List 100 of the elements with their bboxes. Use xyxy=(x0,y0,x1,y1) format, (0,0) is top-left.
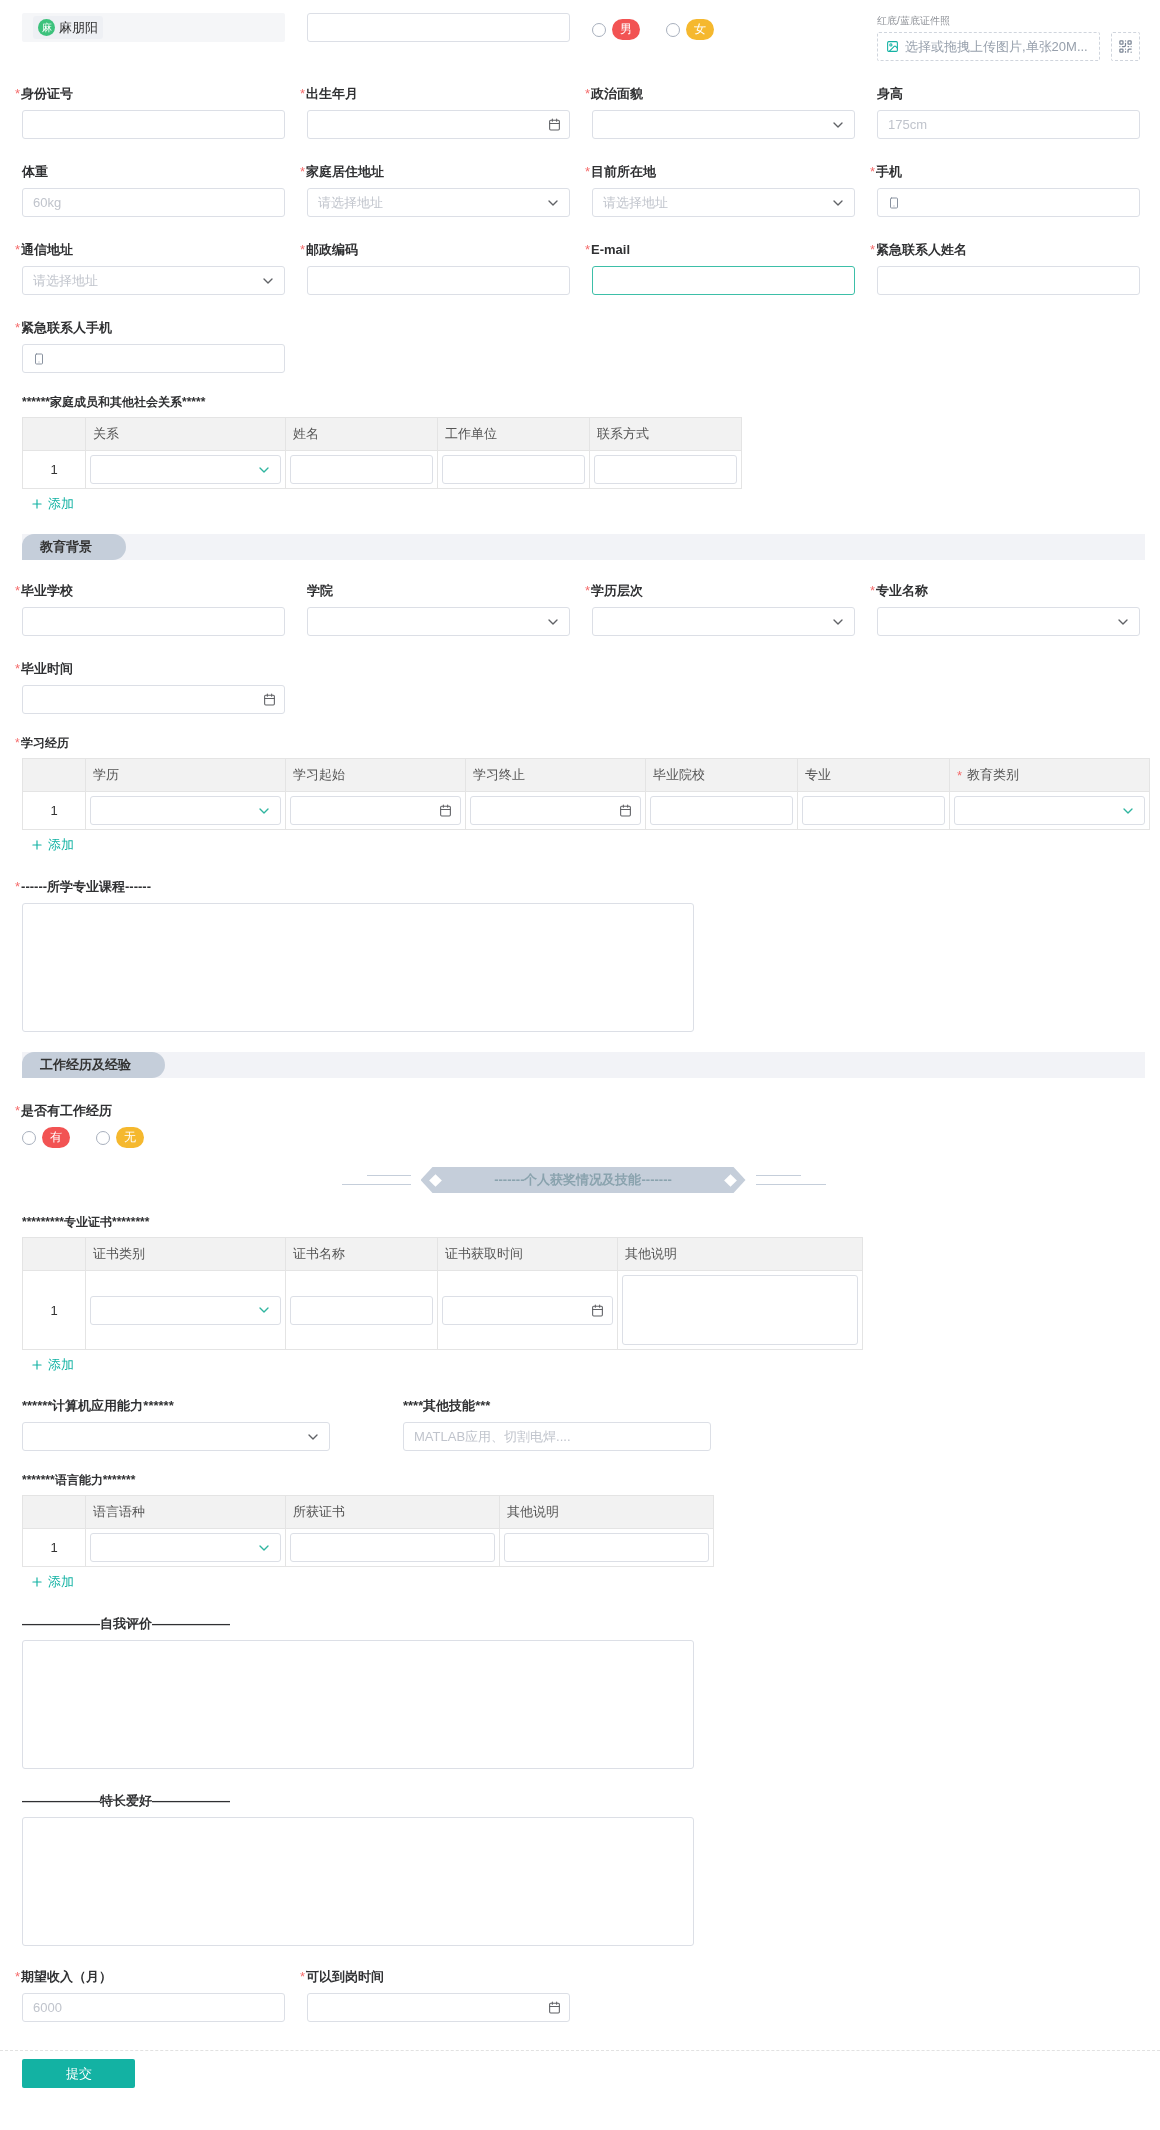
select-field[interactable]: 请选择地址 xyxy=(592,188,855,217)
select-field[interactable] xyxy=(307,607,570,636)
add-row-link[interactable]: 添加 xyxy=(30,495,74,513)
column-header: 毕业院校 xyxy=(645,759,797,792)
radio-button[interactable] xyxy=(592,22,606,37)
row-number: 1 xyxy=(49,1301,59,1320)
person-field[interactable]: 麻 麻朋阳 xyxy=(22,13,285,42)
row-number: 1 xyxy=(49,1539,59,1557)
row-number: 1 xyxy=(49,802,59,820)
column-header: 学习起始 xyxy=(285,759,465,792)
avatar: 麻 xyxy=(38,19,55,36)
table-title: *********专业证书******** xyxy=(22,1214,151,1230)
field-label: *出生年月 xyxy=(300,85,359,103)
qr-code-icon xyxy=(1118,39,1133,54)
submit-button[interactable]: 提交 xyxy=(22,2059,135,2088)
column-header: 联系方式 xyxy=(589,418,741,451)
radio-button[interactable] xyxy=(666,22,680,37)
date-field[interactable] xyxy=(442,1295,613,1325)
radio-button[interactable] xyxy=(96,1130,110,1145)
column-header: 其他说明 xyxy=(617,1238,862,1271)
field-label: *学历层次 xyxy=(585,582,644,600)
select-field[interactable] xyxy=(22,1422,330,1451)
date-field[interactable] xyxy=(290,796,461,825)
calendar-icon xyxy=(263,693,276,706)
column-header: 学历 xyxy=(85,759,285,792)
phone-icon xyxy=(888,196,900,209)
text-area[interactable] xyxy=(22,903,694,1032)
field-label: *------所学专业课程------ xyxy=(15,878,152,896)
column-header: 专业 xyxy=(797,759,949,792)
text-area[interactable] xyxy=(22,1817,694,1946)
plus-icon xyxy=(30,1575,44,1589)
add-row-link[interactable]: 添加 xyxy=(30,1573,74,1591)
column-header: 姓名 xyxy=(285,418,437,451)
qr-code-button[interactable] xyxy=(1111,32,1140,61)
column-header: 证书获取时间 xyxy=(437,1238,617,1271)
add-row-link[interactable]: 添加 xyxy=(30,1356,74,1374)
phone-icon xyxy=(33,352,45,365)
date-field[interactable] xyxy=(22,685,285,714)
text-area[interactable] xyxy=(622,1275,858,1345)
field-label: 学院 xyxy=(307,582,333,600)
field-label: *期望收入（月） xyxy=(15,1968,113,1986)
plus-icon xyxy=(30,1358,44,1372)
option-label: 无 xyxy=(116,1127,144,1148)
field-label: *紧急联系人姓名 xyxy=(870,241,968,259)
text-field[interactable] xyxy=(592,266,855,295)
phone-field[interactable] xyxy=(22,344,285,373)
field-label: *通信地址 xyxy=(15,241,74,259)
upload-field[interactable]: 选择或拖拽上传图片,单张20M... xyxy=(877,32,1100,61)
calendar-icon xyxy=(619,804,632,817)
date-field[interactable] xyxy=(307,1993,570,2022)
select-field[interactable] xyxy=(592,607,855,636)
field-label: ——————特长爱好—————— xyxy=(22,1792,231,1810)
select-field[interactable]: 请选择地址 xyxy=(307,188,570,217)
select-field[interactable]: 请选择地址 xyxy=(22,266,285,295)
text-area[interactable] xyxy=(22,1640,694,1769)
row-number: 1 xyxy=(49,461,59,479)
field-label: ——————自我评价—————— xyxy=(22,1615,231,1633)
select-field[interactable] xyxy=(90,455,281,484)
column-header: * 教育类别 xyxy=(949,759,1149,792)
calendar-icon xyxy=(548,2001,561,2014)
plus-icon xyxy=(30,497,44,511)
select-field[interactable] xyxy=(592,110,855,139)
field-label: *家庭居住地址 xyxy=(300,163,385,181)
section-title: 工作经历及经验 xyxy=(22,1052,165,1078)
column-header: 证书类别 xyxy=(85,1238,285,1271)
field-label: *是否有工作经历 xyxy=(15,1102,114,1120)
section-title: 教育背景 xyxy=(22,534,126,560)
column-header: 语言语种 xyxy=(85,1496,285,1529)
photo-hint: 红底/蓝底证件照 xyxy=(877,14,951,28)
phone-field[interactable] xyxy=(877,188,1140,217)
field-label: ******计算机应用能力****** xyxy=(22,1397,174,1415)
date-field[interactable] xyxy=(470,796,641,825)
field-label: *可以到岗时间 xyxy=(300,1968,385,1986)
field-label: *紧急联系人手机 xyxy=(15,319,113,337)
field-label: 体重 xyxy=(22,163,48,181)
option-label: 有 xyxy=(42,1127,70,1148)
radio-button[interactable] xyxy=(22,1130,36,1145)
select-field[interactable] xyxy=(90,1295,281,1325)
table-title: ******家庭成员和其他社会关系***** xyxy=(22,394,207,410)
field-label: *身份证号 xyxy=(15,85,74,103)
table-title: *******语言能力******* xyxy=(22,1472,137,1488)
column-header: 其他说明 xyxy=(499,1496,713,1529)
field-label: *毕业学校 xyxy=(15,582,74,600)
field-label: *邮政编码 xyxy=(300,241,359,259)
select-field[interactable] xyxy=(90,1533,281,1562)
select-field[interactable] xyxy=(90,796,281,825)
plus-icon xyxy=(30,838,44,852)
select-field[interactable] xyxy=(877,607,1140,636)
option-label: 女 xyxy=(686,19,714,40)
date-field[interactable] xyxy=(307,110,570,139)
option-label: 男 xyxy=(612,19,640,40)
field-label: *手机 xyxy=(870,163,903,181)
field-label: *毕业时间 xyxy=(15,660,74,678)
field-label: *专业名称 xyxy=(870,582,929,600)
field-label: *目前所在地 xyxy=(585,163,657,181)
image-icon xyxy=(886,40,899,53)
select-field[interactable] xyxy=(954,796,1145,825)
table-title: *学习经历 xyxy=(15,735,70,751)
add-row-link[interactable]: 添加 xyxy=(30,836,74,854)
calendar-icon xyxy=(439,804,452,817)
